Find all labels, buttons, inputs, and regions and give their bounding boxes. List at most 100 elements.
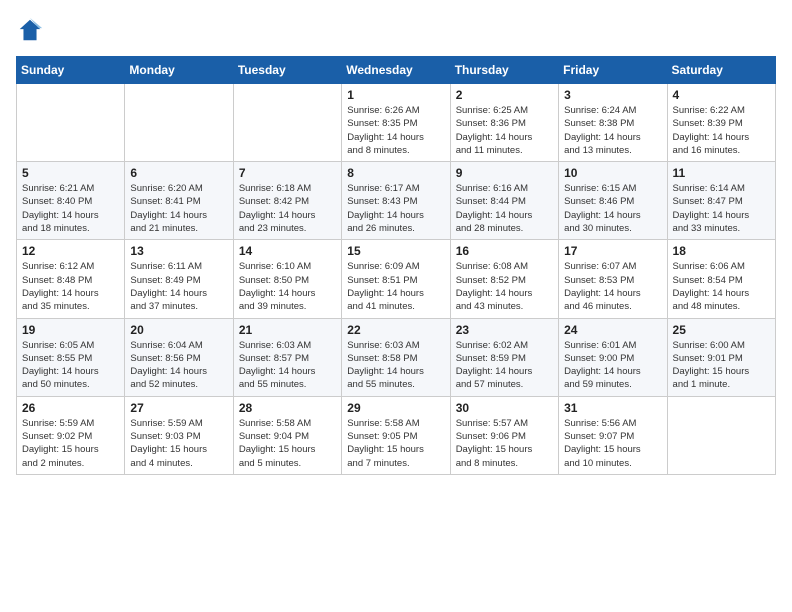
day-info: Sunrise: 6:15 AM Sunset: 8:46 PM Dayligh… [564,182,661,235]
calendar-header-row: SundayMondayTuesdayWednesdayThursdayFrid… [17,57,776,84]
column-header-thursday: Thursday [450,57,558,84]
day-info: Sunrise: 6:09 AM Sunset: 8:51 PM Dayligh… [347,260,444,313]
day-info: Sunrise: 6:01 AM Sunset: 9:00 PM Dayligh… [564,339,661,392]
day-number: 31 [564,401,661,415]
calendar-cell: 15 Sunrise: 6:09 AM Sunset: 8:51 PM Dayli… [342,240,450,318]
calendar-cell: 13Sunrise: 6:11 AM Sunset: 8:49 PM Dayli… [125,240,233,318]
day-info: Sunrise: 5:59 AM Sunset: 9:02 PM Dayligh… [22,417,119,470]
page-header [16,16,776,44]
day-number: 1 [347,88,444,102]
calendar-cell: 10 Sunrise: 6:15 AM Sunset: 8:46 PM Dayli… [559,162,667,240]
day-info: Sunrise: 6:02 AM Sunset: 8:59 PM Dayligh… [456,339,553,392]
calendar-cell: 9Sunrise: 6:16 AM Sunset: 8:44 PM Daylig… [450,162,558,240]
calendar-cell [17,84,125,162]
calendar-cell: 1 Sunrise: 6:26 AM Sunset: 8:35 PM Daylig… [342,84,450,162]
calendar-cell [233,84,341,162]
day-number: 13 [130,244,227,258]
calendar-cell: 12 Sunrise: 6:12 AM Sunset: 8:48 PM Dayli… [17,240,125,318]
day-number: 16 [456,244,553,258]
calendar-cell: 25 Sunrise: 6:00 AM Sunset: 9:01 PM Dayli… [667,318,775,396]
calendar-cell: 29 Sunrise: 5:58 AM Sunset: 9:05 PM Dayli… [342,396,450,474]
calendar-cell [667,396,775,474]
day-info: Sunrise: 6:25 AM Sunset: 8:36 PM Dayligh… [456,104,553,157]
day-number: 20 [130,323,227,337]
column-header-sunday: Sunday [17,57,125,84]
day-number: 17 [564,244,661,258]
calendar-week-2: 5 Sunrise: 6:21 AM Sunset: 8:40 PM Daylig… [17,162,776,240]
calendar-cell: 26Sunrise: 5:59 AM Sunset: 9:02 PM Dayli… [17,396,125,474]
day-info: Sunrise: 5:59 AM Sunset: 9:03 PM Dayligh… [130,417,227,470]
day-info: Sunrise: 6:10 AM Sunset: 8:50 PM Dayligh… [239,260,336,313]
day-info: Sunrise: 6:20 AM Sunset: 8:41 PM Dayligh… [130,182,227,235]
day-number: 27 [130,401,227,415]
day-info: Sunrise: 6:26 AM Sunset: 8:35 PM Dayligh… [347,104,444,157]
calendar-cell: 16 Sunrise: 6:08 AM Sunset: 8:52 PM Dayli… [450,240,558,318]
day-info: Sunrise: 6:08 AM Sunset: 8:52 PM Dayligh… [456,260,553,313]
day-info: Sunrise: 5:58 AM Sunset: 9:04 PM Dayligh… [239,417,336,470]
day-number: 8 [347,166,444,180]
calendar-table: SundayMondayTuesdayWednesdayThursdayFrid… [16,56,776,475]
day-number: 30 [456,401,553,415]
day-info: Sunrise: 6:21 AM Sunset: 8:40 PM Dayligh… [22,182,119,235]
calendar-cell: 18Sunrise: 6:06 AM Sunset: 8:54 PM Dayli… [667,240,775,318]
calendar-cell: 14 Sunrise: 6:10 AM Sunset: 8:50 PM Dayli… [233,240,341,318]
calendar-cell: 2 Sunrise: 6:25 AM Sunset: 8:36 PM Daylig… [450,84,558,162]
day-number: 21 [239,323,336,337]
day-number: 15 [347,244,444,258]
column-header-monday: Monday [125,57,233,84]
calendar-cell: 11 Sunrise: 6:14 AM Sunset: 8:47 PM Dayli… [667,162,775,240]
calendar-cell: 4Sunrise: 6:22 AM Sunset: 8:39 PM Daylig… [667,84,775,162]
column-header-saturday: Saturday [667,57,775,84]
calendar-cell: 24Sunrise: 6:01 AM Sunset: 9:00 PM Dayli… [559,318,667,396]
day-info: Sunrise: 6:07 AM Sunset: 8:53 PM Dayligh… [564,260,661,313]
day-number: 6 [130,166,227,180]
calendar-cell: 21Sunrise: 6:03 AM Sunset: 8:57 PM Dayli… [233,318,341,396]
column-header-tuesday: Tuesday [233,57,341,84]
day-info: Sunrise: 6:00 AM Sunset: 9:01 PM Dayligh… [673,339,770,392]
day-info: Sunrise: 6:03 AM Sunset: 8:58 PM Dayligh… [347,339,444,392]
day-info: Sunrise: 5:57 AM Sunset: 9:06 PM Dayligh… [456,417,553,470]
day-info: Sunrise: 6:24 AM Sunset: 8:38 PM Dayligh… [564,104,661,157]
day-number: 2 [456,88,553,102]
day-info: Sunrise: 6:04 AM Sunset: 8:56 PM Dayligh… [130,339,227,392]
calendar-cell: 30 Sunrise: 5:57 AM Sunset: 9:06 PM Dayli… [450,396,558,474]
calendar-cell [125,84,233,162]
logo [16,16,48,44]
column-header-wednesday: Wednesday [342,57,450,84]
calendar-cell: 27 Sunrise: 5:59 AM Sunset: 9:03 PM Dayli… [125,396,233,474]
day-number: 14 [239,244,336,258]
day-number: 11 [673,166,770,180]
calendar-cell: 3 Sunrise: 6:24 AM Sunset: 8:38 PM Daylig… [559,84,667,162]
day-info: Sunrise: 6:12 AM Sunset: 8:48 PM Dayligh… [22,260,119,313]
logo-icon [16,16,44,44]
day-number: 22 [347,323,444,337]
calendar-cell: 31 Sunrise: 5:56 AM Sunset: 9:07 PM Dayli… [559,396,667,474]
calendar-week-1: 1 Sunrise: 6:26 AM Sunset: 8:35 PM Daylig… [17,84,776,162]
day-number: 3 [564,88,661,102]
day-number: 12 [22,244,119,258]
day-number: 5 [22,166,119,180]
calendar-week-3: 12 Sunrise: 6:12 AM Sunset: 8:48 PM Dayli… [17,240,776,318]
day-info: Sunrise: 5:58 AM Sunset: 9:05 PM Dayligh… [347,417,444,470]
calendar-cell: 28 Sunrise: 5:58 AM Sunset: 9:04 PM Dayli… [233,396,341,474]
calendar-cell: 19 Sunrise: 6:05 AM Sunset: 8:55 PM Dayli… [17,318,125,396]
day-number: 9 [456,166,553,180]
day-info: Sunrise: 5:56 AM Sunset: 9:07 PM Dayligh… [564,417,661,470]
calendar-cell: 8 Sunrise: 6:17 AM Sunset: 8:43 PM Daylig… [342,162,450,240]
day-info: Sunrise: 6:14 AM Sunset: 8:47 PM Dayligh… [673,182,770,235]
day-number: 25 [673,323,770,337]
calendar-cell: 23Sunrise: 6:02 AM Sunset: 8:59 PM Dayli… [450,318,558,396]
day-number: 7 [239,166,336,180]
day-number: 10 [564,166,661,180]
calendar-cell: 6 Sunrise: 6:20 AM Sunset: 8:41 PM Daylig… [125,162,233,240]
calendar-cell: 7 Sunrise: 6:18 AM Sunset: 8:42 PM Daylig… [233,162,341,240]
day-number: 18 [673,244,770,258]
calendar-week-5: 26Sunrise: 5:59 AM Sunset: 9:02 PM Dayli… [17,396,776,474]
column-header-friday: Friday [559,57,667,84]
day-info: Sunrise: 6:17 AM Sunset: 8:43 PM Dayligh… [347,182,444,235]
day-number: 28 [239,401,336,415]
day-number: 19 [22,323,119,337]
day-number: 29 [347,401,444,415]
day-info: Sunrise: 6:18 AM Sunset: 8:42 PM Dayligh… [239,182,336,235]
day-info: Sunrise: 6:05 AM Sunset: 8:55 PM Dayligh… [22,339,119,392]
